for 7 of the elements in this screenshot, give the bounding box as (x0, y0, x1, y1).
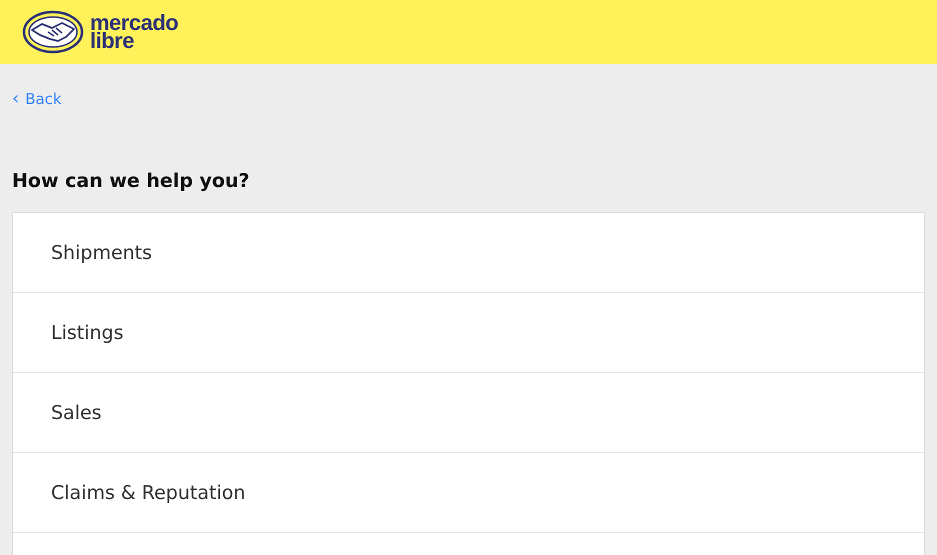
chevron-icon: ‹ (12, 90, 20, 108)
logo-wordmark: libre (90, 32, 134, 50)
topic-item[interactable]: Shipments (13, 213, 924, 293)
back-label: Back (25, 90, 62, 108)
logo-wordmark: mercado (90, 14, 178, 32)
handshake-logo-icon (22, 10, 84, 54)
page-title: How can we help you? (12, 170, 251, 192)
